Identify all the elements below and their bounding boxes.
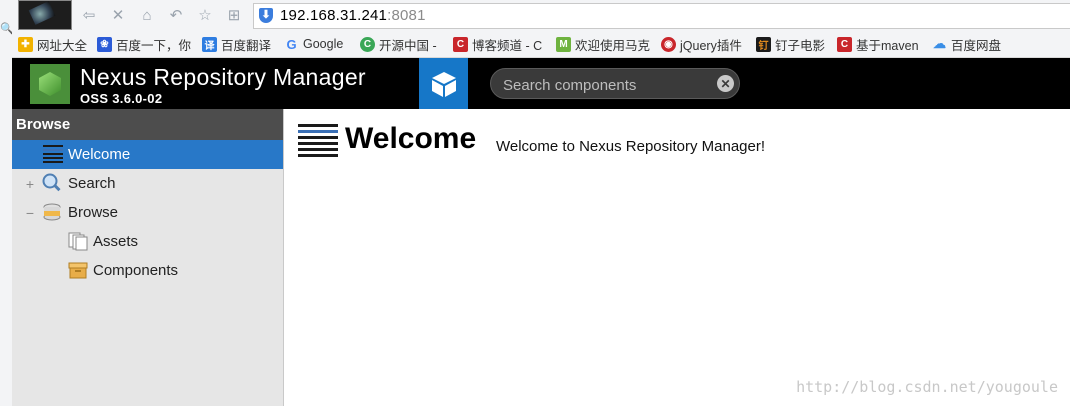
expand-icon[interactable]: + bbox=[24, 176, 36, 192]
sidebar-title: Browse bbox=[12, 109, 283, 140]
app-version: OSS 3.6.0-02 bbox=[80, 91, 163, 106]
watermark-text: http://blog.csdn.net/yougoule bbox=[796, 378, 1058, 396]
csdn-icon: C bbox=[837, 36, 852, 52]
cloud-icon: ☁ bbox=[933, 36, 946, 51]
sidebar-item-browse[interactable]: − Browse bbox=[12, 198, 283, 227]
welcome-message: Welcome to Nexus Repository Manager! bbox=[496, 138, 766, 155]
bookmarks-bar: ✚ 网址大全 ❀ 百度一下，你 译百度翻译 G Google C 开源中国 - C 博客频… bbox=[12, 31, 1070, 58]
search-box[interactable]: ✕ bbox=[490, 68, 740, 99]
user-avatar[interactable] bbox=[18, 0, 72, 30]
bookmark-item[interactable]: 译百度翻译 bbox=[202, 36, 271, 53]
oschina-icon: C bbox=[360, 36, 375, 52]
sidebar-item-label: Welcome bbox=[68, 146, 131, 163]
app-title: Nexus Repository Manager bbox=[80, 64, 366, 90]
sidebar-item-search[interactable]: + Search bbox=[12, 169, 283, 198]
nexus-logo-icon[interactable] bbox=[30, 64, 70, 104]
bookmark-item[interactable]: C 博客频道 - C bbox=[453, 36, 542, 53]
favorite-star-icon[interactable]: ☆ bbox=[196, 6, 214, 24]
database-icon bbox=[43, 203, 61, 221]
cube-icon bbox=[431, 71, 456, 97]
bookmark-item[interactable]: ◉ jQuery插件 bbox=[661, 36, 742, 53]
sidebar-item-label: Browse bbox=[68, 204, 119, 221]
globe-icon: ✚ bbox=[18, 36, 33, 52]
search-input[interactable] bbox=[501, 74, 710, 96]
undo-icon[interactable]: ↶ bbox=[167, 6, 185, 24]
marxico-icon: M bbox=[556, 36, 571, 52]
app-header: Nexus Repository Manager OSS 3.6.0-02 ✕ bbox=[12, 58, 1070, 109]
welcome-lines-icon bbox=[298, 124, 338, 160]
sidebar-item-label: Components bbox=[93, 262, 179, 279]
collapse-icon[interactable]: − bbox=[24, 205, 36, 221]
home-icon[interactable]: ⌂ bbox=[138, 6, 156, 24]
magnifier-icon bbox=[42, 173, 61, 192]
bookmark-item[interactable]: ☁ 百度网盘 bbox=[932, 36, 1001, 53]
bookmark-item[interactable]: C 开源中国 - bbox=[360, 36, 437, 53]
page-title: Welcome bbox=[345, 122, 477, 155]
documents-icon bbox=[68, 232, 88, 251]
sidebar-item-components[interactable]: Components bbox=[12, 256, 283, 285]
google-icon: G bbox=[286, 36, 297, 52]
sidebar-item-label: Search bbox=[68, 175, 116, 192]
bookmark-item[interactable]: ❀ 百度一下，你 bbox=[97, 36, 191, 53]
security-shield-icon: ⬇ bbox=[259, 8, 273, 23]
url-port: :8081 bbox=[387, 7, 426, 24]
sidebar: Browse Welcome + Search − Browse Assets … bbox=[12, 109, 284, 406]
clear-search-icon[interactable]: ✕ bbox=[717, 75, 734, 92]
bookmark-item[interactable]: G Google bbox=[284, 36, 343, 52]
browser-toolbar: ⇦ ✕ ⌂ ↶ ☆ ⊞ ⬇ 192.168.31.241:8081 bbox=[12, 0, 1070, 31]
address-bar[interactable]: ⬇ 192.168.31.241:8081 bbox=[253, 3, 1070, 29]
bookmark-item[interactable]: ✚ 网址大全 bbox=[18, 36, 87, 53]
url-text: 192.168.31.241:8081 bbox=[280, 7, 426, 24]
translate-icon: 译 bbox=[202, 36, 217, 52]
main-content: Welcome Welcome to Nexus Repository Mana… bbox=[284, 109, 1070, 406]
sidebar-item-label: Assets bbox=[93, 233, 139, 250]
sidebar-item-welcome[interactable]: Welcome bbox=[12, 140, 283, 169]
stop-icon[interactable]: ✕ bbox=[109, 6, 127, 24]
csdn-icon: C bbox=[453, 36, 468, 52]
welcome-lines-icon bbox=[43, 145, 63, 163]
url-host: 192.168.31.241 bbox=[280, 7, 388, 24]
baidu-paw-icon: ❀ bbox=[97, 36, 112, 52]
browse-mode-button[interactable] bbox=[419, 58, 468, 109]
dingzi-icon: 钉 bbox=[756, 36, 771, 52]
sidebar-item-assets[interactable]: Assets bbox=[12, 227, 283, 256]
apps-grid-icon[interactable]: ⊞ bbox=[225, 6, 243, 24]
bookmark-item[interactable]: 钉钉子电影 bbox=[756, 36, 825, 53]
jquery-icon: ◉ bbox=[661, 36, 676, 52]
bookmark-item[interactable]: C 基于maven bbox=[837, 36, 919, 53]
box-icon bbox=[68, 262, 88, 279]
back-arrow-icon[interactable]: ⇦ bbox=[80, 6, 98, 24]
bookmark-item[interactable]: M 欢迎使用马克 bbox=[556, 36, 650, 53]
